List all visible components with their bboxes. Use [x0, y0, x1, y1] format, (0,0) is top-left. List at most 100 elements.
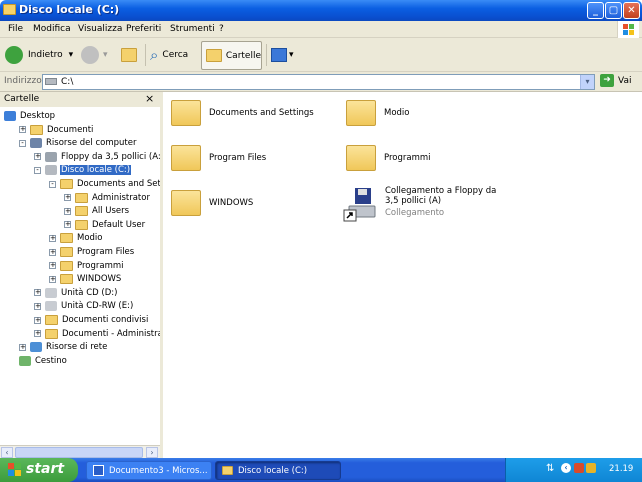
item-modio[interactable]: Modio [346, 100, 410, 126]
folder-icon [45, 328, 58, 339]
tree-item-label: Documents and Settings [77, 179, 160, 189]
menu-modifica[interactable]: Modifica [33, 24, 71, 34]
tree-item[interactable]: - Risorse del computer [19, 137, 137, 149]
floppy-shortcut-icon [343, 186, 377, 222]
tree-item[interactable]: + Unità CD-RW (E:) [34, 300, 134, 312]
item-windows[interactable]: WINDOWS [171, 190, 253, 216]
tree-item[interactable]: + Unità CD (D:) [34, 287, 118, 299]
network-icon[interactable]: ⇅ [546, 463, 554, 474]
scroll-thumb[interactable] [15, 447, 143, 458]
collapse-icon[interactable]: - [19, 139, 26, 147]
collapse-icon[interactable]: - [34, 166, 41, 174]
tree-item[interactable]: Cestino [19, 355, 68, 367]
expand-icon[interactable]: + [64, 194, 71, 202]
tree-item[interactable]: - Documents and Settings [49, 178, 160, 190]
horizontal-scrollbar[interactable]: ‹ › [0, 445, 160, 458]
expand-icon[interactable]: + [34, 302, 41, 310]
tree-item[interactable]: + Program Files [49, 246, 135, 258]
menu-visualizza[interactable]: Visualizza [78, 24, 122, 34]
tree-item-label: WINDOWS [77, 274, 122, 285]
tree-item[interactable]: + WINDOWS [49, 273, 122, 285]
back-label: Indietro [28, 50, 63, 60]
views-button[interactable]: ▾ [271, 42, 297, 68]
back-arrow-icon [5, 46, 23, 64]
go-button[interactable]: ➜ Vai [600, 74, 631, 87]
scroll-right-button[interactable]: › [146, 447, 158, 458]
tree-item-label: Unità CD (D:) [61, 287, 118, 298]
tree-item[interactable]: Desktop [4, 110, 56, 122]
tree-item[interactable]: + Documenti [19, 124, 94, 136]
tree-item-label: Administrator [92, 192, 150, 203]
address-dropdown-button[interactable]: ▾ [580, 75, 594, 89]
maximize-button[interactable]: ▢ [605, 2, 622, 19]
folder-icon [60, 179, 73, 189]
forward-arrow-icon [81, 46, 99, 64]
expand-icon[interactable]: + [34, 316, 41, 324]
item-programmi[interactable]: Programmi [346, 145, 431, 171]
tree-item[interactable]: + Default User [64, 219, 146, 231]
start-button[interactable]: start [0, 458, 78, 482]
item-program-files[interactable]: Program Files [171, 145, 266, 171]
menu-preferiti[interactable]: Preferiti [126, 24, 161, 34]
folder-icon [75, 192, 88, 203]
speaker-icon[interactable] [586, 463, 596, 473]
expand-tray-icon[interactable]: ‹ [561, 463, 571, 473]
expand-icon[interactable]: + [49, 248, 56, 256]
item-floppy-shortcut[interactable]: Collegamento a Floppy da 3,5 pollici (A)… [343, 186, 513, 222]
back-button[interactable]: Indietro ▾ [5, 42, 77, 68]
search-button[interactable]: ⌕ Cerca [150, 42, 198, 68]
taskbar-item-disco-locale[interactable]: Disco locale (C:) [215, 461, 341, 480]
taskbar-item-documento3[interactable]: Documento3 - Micros... [86, 461, 212, 480]
collapse-icon[interactable]: - [49, 180, 56, 188]
tree-item[interactable]: + Floppy da 3,5 pollici (A:) [34, 151, 160, 163]
expand-icon[interactable]: + [64, 221, 71, 229]
expand-icon[interactable]: + [49, 275, 56, 283]
expand-icon[interactable]: + [34, 289, 41, 297]
forward-button[interactable]: ▾ [81, 42, 115, 68]
tree-item-label: Default User [92, 219, 146, 230]
address-input[interactable]: C:\ ▾ [42, 74, 595, 90]
tree-item-label: Risorse del computer [46, 138, 137, 149]
folder-icon [171, 100, 201, 126]
expand-icon[interactable]: + [64, 207, 71, 215]
expand-icon[interactable]: + [34, 330, 41, 338]
expand-icon[interactable]: + [19, 343, 26, 351]
tree-item[interactable]: + Documenti - Administrator [34, 328, 160, 340]
tree-item[interactable]: + Documenti condivisi [34, 314, 149, 326]
folder-icon [75, 219, 88, 230]
close-button[interactable]: ✕ [623, 2, 640, 19]
tree-item[interactable]: + Administrator [64, 192, 151, 204]
menu-strumenti[interactable]: Strumenti [170, 24, 215, 34]
expand-icon[interactable]: + [34, 153, 41, 161]
recycle-bin-icon [19, 355, 31, 366]
tree-item-label: All Users [92, 206, 130, 217]
floppy-drive-icon [45, 151, 57, 162]
tree-item[interactable]: - Disco locale (C:) [34, 164, 132, 176]
tree-item[interactable]: + Programmi [49, 260, 125, 272]
tree-item-label: Documenti [47, 124, 94, 135]
minimize-button[interactable]: _ [587, 2, 604, 19]
folder-icon [171, 145, 201, 171]
menu-help[interactable]: ? [219, 24, 224, 34]
hard-disk-icon [45, 78, 57, 85]
title-bar[interactable]: Disco locale (C:) _ ▢ ✕ [0, 0, 642, 21]
expand-icon[interactable]: + [49, 234, 56, 242]
tree-item[interactable]: + Modio [49, 232, 104, 244]
item-documents-and-settings[interactable]: Documents and Settings [171, 100, 314, 126]
expand-icon[interactable]: + [19, 126, 26, 134]
my-computer-icon [30, 138, 42, 149]
folders-pane-close-button[interactable]: × [145, 92, 154, 105]
expand-icon[interactable]: + [49, 262, 56, 270]
up-folder-icon [121, 48, 137, 62]
folders-button[interactable]: Cartelle [201, 41, 262, 70]
tree-item[interactable]: + Risorse di rete [19, 341, 108, 353]
address-value: C:\ [61, 77, 74, 87]
go-arrow-icon: ➜ [600, 74, 614, 87]
scroll-left-button[interactable]: ‹ [1, 447, 13, 458]
tree-item[interactable]: + All Users [64, 205, 130, 217]
menu-file[interactable]: File [8, 24, 23, 34]
tree-item-label: Desktop [20, 111, 56, 121]
tree-item-label: Floppy da 3,5 pollici (A:) [61, 151, 160, 162]
up-folder-button[interactable] [121, 42, 141, 68]
security-icon[interactable] [574, 463, 584, 473]
